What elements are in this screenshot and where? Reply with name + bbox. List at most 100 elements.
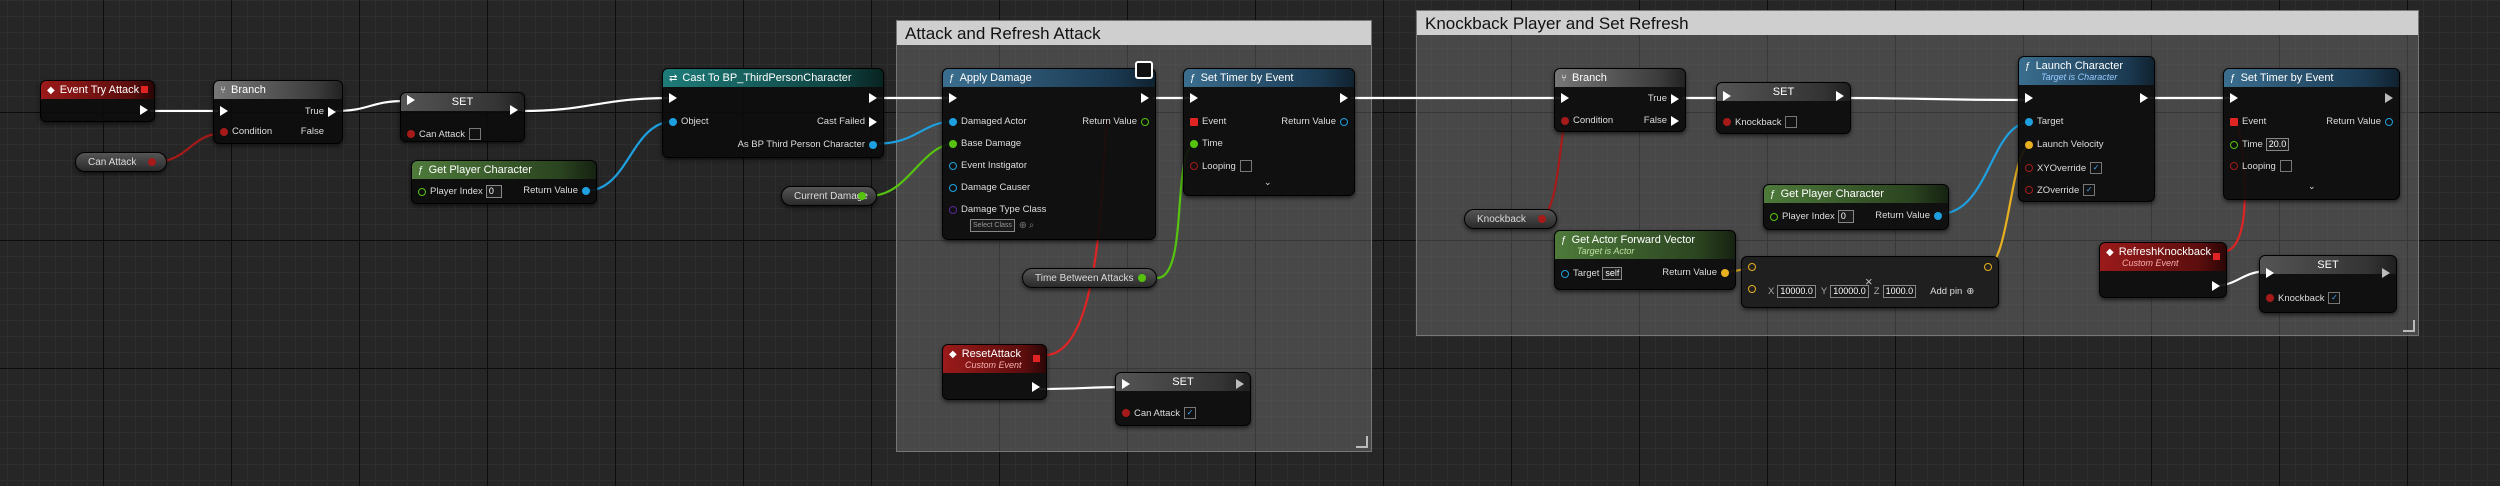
select-class-dropdown[interactable]: Select Class	[970, 219, 1015, 232]
bool-in-pin[interactable]	[1122, 409, 1130, 417]
time-pin[interactable]	[1190, 139, 1198, 148]
looping-checkbox[interactable]	[1239, 160, 1252, 172]
exec-in-pin[interactable]	[220, 106, 228, 116]
looping-pin[interactable]	[1190, 162, 1198, 170]
exec-in-pin[interactable]	[1122, 379, 1130, 389]
as-bp-pin[interactable]	[869, 140, 877, 149]
event-instigator-pin[interactable]	[949, 161, 957, 170]
can-attack-checkbox[interactable]: ✓	[1183, 407, 1196, 419]
delegate-pin[interactable]	[2213, 253, 2220, 260]
bool-out-pin[interactable]	[148, 158, 156, 166]
set-knockback-node[interactable]: SET Knockback	[1716, 82, 1851, 134]
browse-icon[interactable]: ⊕	[1019, 220, 1027, 231]
refresh-knockback-event-node[interactable]: ◆ RefreshKnockback Custom Event	[2099, 242, 2227, 298]
reset-attack-event-node[interactable]: ◆ ResetAttack Custom Event	[942, 344, 1047, 400]
delegate-pin[interactable]	[141, 86, 148, 93]
exec-in-pin[interactable]	[949, 93, 957, 103]
player-index-pin[interactable]	[1770, 212, 1778, 221]
add-pin-button[interactable]: Add pin	[1930, 286, 1962, 297]
bool-in-pin[interactable]	[1723, 118, 1731, 126]
xy-override-pin[interactable]	[2025, 164, 2033, 172]
true-exec-pin[interactable]	[1671, 93, 1679, 104]
knockback-checkbox[interactable]: ✓	[2328, 292, 2341, 304]
z-override-checkbox[interactable]: ✓	[2083, 184, 2096, 196]
time-pin[interactable]	[2230, 140, 2238, 149]
exec-in-pin[interactable]	[1723, 91, 1731, 101]
set-knockback-node-2[interactable]: SET Knockback ✓	[2259, 255, 2397, 313]
exec-in-pin[interactable]	[2266, 268, 2274, 278]
player-index-pin[interactable]	[418, 187, 426, 196]
branch-node-2[interactable]: ⑂ Branch Condition True False	[1554, 68, 1686, 132]
looping-pin[interactable]	[2230, 162, 2238, 170]
target-self-input[interactable]: self	[1602, 267, 1623, 280]
float-out-pin[interactable]	[1138, 274, 1146, 282]
z-input[interactable]: 1000.0	[1882, 285, 1917, 298]
exec-out-pin[interactable]	[1340, 93, 1348, 103]
damage-type-pin[interactable]	[949, 205, 957, 214]
time-input[interactable]: 20.0	[2265, 138, 2290, 151]
exec-out-pin[interactable]	[869, 93, 877, 103]
player-index-input[interactable]: 0	[485, 185, 502, 198]
exec-in-pin[interactable]	[407, 95, 415, 105]
can-attack-checkbox[interactable]	[468, 128, 481, 140]
exec-out-pin[interactable]	[510, 105, 518, 115]
event-try-attack-node[interactable]: ◆ Event Try Attack	[40, 80, 155, 122]
exec-out-pin[interactable]	[1836, 91, 1844, 101]
xy-override-checkbox[interactable]: ✓	[2090, 162, 2103, 174]
return-value-pin[interactable]	[1934, 211, 1942, 220]
set-can-attack-node[interactable]: SET Can Attack	[400, 92, 525, 142]
vector-multiply-node[interactable]: × X 10000.0 Y 10000.0 Z 1000.0 Add pin ⊕	[1741, 256, 1999, 308]
get-player-character-node-1[interactable]: ƒ Get Player Character Player Index 0 Retu…	[411, 160, 597, 204]
cast-failed-pin[interactable]	[869, 116, 877, 127]
exec-out-pin[interactable]	[2385, 93, 2393, 103]
false-exec-pin[interactable]	[1671, 115, 1679, 126]
search-icon[interactable]: ⌕	[1029, 220, 1034, 231]
exec-in-pin[interactable]	[2230, 93, 2238, 103]
target-pin[interactable]	[2025, 117, 2033, 126]
exec-out-pin[interactable]	[2212, 281, 2220, 291]
exec-out-pin[interactable]	[1236, 379, 1244, 389]
knockback-variable[interactable]: Knockback	[1464, 209, 1557, 229]
bool-out-pin[interactable]	[1538, 215, 1546, 223]
get-player-character-node-2[interactable]: ƒ Get Player Character Player Index 0 Retu…	[1763, 184, 1949, 230]
delegate-pin[interactable]	[1033, 355, 1040, 362]
event-delegate-pin[interactable]	[2230, 117, 2238, 126]
exec-in-pin[interactable]	[1190, 93, 1198, 103]
exec-in-pin[interactable]	[2025, 93, 2033, 103]
exec-out-pin[interactable]	[2140, 93, 2148, 103]
false-exec-pin[interactable]	[328, 127, 336, 137]
get-actor-forward-vector-node[interactable]: ƒ Get Actor Forward Vector Target is Acto…	[1554, 230, 1736, 290]
condition-pin[interactable]	[220, 127, 228, 136]
chevron-down-icon[interactable]: ⌄	[2308, 181, 2316, 192]
apply-damage-node[interactable]: ƒ Apply Damage Damaged Actor Return Value…	[942, 61, 1156, 240]
float-out-pin[interactable]	[858, 192, 866, 200]
chevron-down-icon[interactable]: ⌄	[1264, 177, 1272, 188]
event-delegate-pin[interactable]	[1190, 117, 1198, 126]
true-exec-pin[interactable]	[328, 106, 336, 117]
exec-out-pin[interactable]	[2382, 268, 2390, 278]
vector-in-pin-b[interactable]	[1748, 285, 1756, 293]
exec-out-pin[interactable]	[140, 105, 148, 115]
exec-in-pin[interactable]	[1561, 93, 1569, 103]
exec-out-pin[interactable]	[1141, 93, 1149, 103]
return-value-pin[interactable]	[1340, 117, 1348, 126]
add-icon[interactable]: ⊕	[1966, 286, 1974, 297]
branch-node-1[interactable]: ⑂ Branch Condition True False	[213, 80, 343, 144]
y-input[interactable]: 10000.0	[1830, 285, 1869, 298]
current-damage-variable[interactable]: Current Damage	[781, 186, 877, 206]
z-override-pin[interactable]	[2025, 186, 2033, 194]
target-pin[interactable]	[1561, 269, 1569, 278]
set-timer-by-event-node-1[interactable]: ƒ Set Timer by Event Event Return Value T…	[1183, 68, 1355, 196]
time-between-attacks-variable[interactable]: Time Between Attacks	[1022, 268, 1157, 288]
bool-in-pin[interactable]	[407, 130, 415, 138]
launch-velocity-pin[interactable]	[2025, 140, 2033, 149]
launch-character-node[interactable]: ƒ Launch Character Target is Character Ta…	[2018, 56, 2155, 202]
set-timer-by-event-node-2[interactable]: ƒ Set Timer by Event Event Return Value T…	[2223, 68, 2400, 200]
object-pin[interactable]	[669, 117, 677, 126]
player-index-input[interactable]: 0	[1837, 210, 1854, 223]
vector-in-pin-a[interactable]	[1748, 263, 1756, 271]
knockback-checkbox[interactable]	[1785, 116, 1798, 128]
exec-in-pin[interactable]	[669, 93, 677, 103]
damage-causer-pin[interactable]	[949, 183, 957, 192]
return-value-pin[interactable]	[582, 186, 590, 195]
